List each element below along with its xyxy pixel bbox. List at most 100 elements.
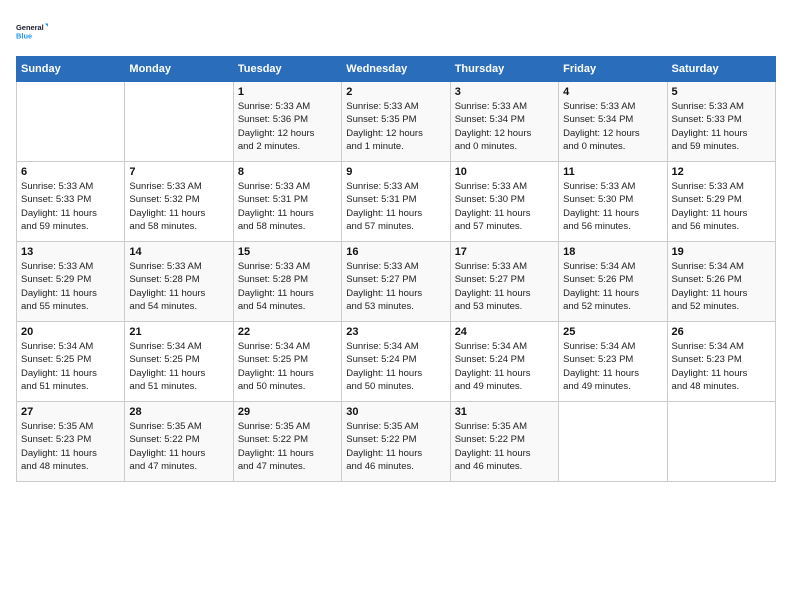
day-number: 12	[672, 166, 771, 178]
calendar-cell: 10 Sunrise: 5:33 AMSunset: 5:30 PMDayligh…	[450, 162, 558, 242]
calendar-week-4: 20 Sunrise: 5:34 AMSunset: 5:25 PMDayligh…	[17, 322, 776, 402]
day-number: 28	[129, 406, 228, 418]
day-number: 8	[238, 166, 337, 178]
calendar-week-3: 13Sunrise: 5:33 AMSunset: 5:29 PMDayligh…	[17, 242, 776, 322]
day-number: 21	[129, 326, 228, 338]
calendar-cell: 19 Sunrise: 5:34 AMSunset: 5:26 PMDayligh…	[667, 242, 775, 322]
day-detail: Sunrise: 5:33 AMSunset: 5:27 PMDaylight:…	[455, 260, 554, 313]
calendar-cell: 22 Sunrise: 5:34 AMSunset: 5:25 PMDayligh…	[233, 322, 341, 402]
svg-text:General: General	[16, 23, 44, 32]
day-detail: Sunrise: 5:34 AMSunset: 5:23 PMDaylight:…	[563, 340, 662, 393]
page-header: General Blue	[16, 16, 776, 48]
day-number: 1	[238, 86, 337, 98]
calendar-cell: 15Sunrise: 5:33 AMSunset: 5:28 PMDayligh…	[233, 242, 341, 322]
day-detail: Sunrise: 5:34 AMSunset: 5:25 PMDaylight:…	[129, 340, 228, 393]
calendar-cell: 25 Sunrise: 5:34 AMSunset: 5:23 PMDayligh…	[559, 322, 667, 402]
calendar-cell: 9Sunrise: 5:33 AMSunset: 5:31 PMDaylight…	[342, 162, 450, 242]
day-detail: Sunrise: 5:33 AMSunset: 5:33 PMDaylight:…	[21, 180, 120, 233]
calendar-cell: 30 Sunrise: 5:35 AMSunset: 5:22 PMDayligh…	[342, 402, 450, 482]
day-number: 16	[346, 246, 445, 258]
calendar-cell: 12 Sunrise: 5:33 AMSunset: 5:29 PMDayligh…	[667, 162, 775, 242]
calendar-week-2: 6 Sunrise: 5:33 AMSunset: 5:33 PMDaylight…	[17, 162, 776, 242]
header-day-monday: Monday	[125, 57, 233, 82]
header-row: SundayMondayTuesdayWednesdayThursdayFrid…	[17, 57, 776, 82]
day-detail: Sunrise: 5:33 AMSunset: 5:33 PMDaylight:…	[672, 100, 771, 153]
day-detail: Sunrise: 5:34 AMSunset: 5:26 PMDaylight:…	[563, 260, 662, 313]
calendar-cell: 1 Sunrise: 5:33 AMSunset: 5:36 PMDaylight…	[233, 82, 341, 162]
day-number: 5	[672, 86, 771, 98]
calendar-cell: 18 Sunrise: 5:34 AMSunset: 5:26 PMDayligh…	[559, 242, 667, 322]
calendar-cell: 17 Sunrise: 5:33 AMSunset: 5:27 PMDayligh…	[450, 242, 558, 322]
day-number: 26	[672, 326, 771, 338]
day-number: 23	[346, 326, 445, 338]
day-number: 10	[455, 166, 554, 178]
calendar-header: SundayMondayTuesdayWednesdayThursdayFrid…	[17, 57, 776, 82]
day-detail: Sunrise: 5:33 AMSunset: 5:30 PMDaylight:…	[455, 180, 554, 233]
calendar-cell: 2 Sunrise: 5:33 AMSunset: 5:35 PMDaylight…	[342, 82, 450, 162]
day-detail: Sunrise: 5:34 AMSunset: 5:23 PMDaylight:…	[672, 340, 771, 393]
day-detail: Sunrise: 5:34 AMSunset: 5:25 PMDaylight:…	[238, 340, 337, 393]
day-number: 4	[563, 86, 662, 98]
day-detail: Sunrise: 5:34 AMSunset: 5:24 PMDaylight:…	[346, 340, 445, 393]
calendar-cell: 4 Sunrise: 5:33 AMSunset: 5:34 PMDaylight…	[559, 82, 667, 162]
calendar-cell: 23 Sunrise: 5:34 AMSunset: 5:24 PMDayligh…	[342, 322, 450, 402]
calendar-cell: 5 Sunrise: 5:33 AMSunset: 5:33 PMDaylight…	[667, 82, 775, 162]
day-detail: Sunrise: 5:35 AMSunset: 5:22 PMDaylight:…	[346, 420, 445, 473]
day-detail: Sunrise: 5:33 AMSunset: 5:32 PMDaylight:…	[129, 180, 228, 233]
day-number: 31	[455, 406, 554, 418]
logo-icon: General Blue	[16, 16, 48, 48]
day-number: 22	[238, 326, 337, 338]
calendar-cell: 3Sunrise: 5:33 AMSunset: 5:34 PMDaylight…	[450, 82, 558, 162]
day-number: 3	[455, 86, 554, 98]
day-detail: Sunrise: 5:33 AMSunset: 5:29 PMDaylight:…	[672, 180, 771, 233]
day-number: 20	[21, 326, 120, 338]
day-detail: Sunrise: 5:33 AMSunset: 5:34 PMDaylight:…	[563, 100, 662, 153]
day-detail: Sunrise: 5:33 AMSunset: 5:36 PMDaylight:…	[238, 100, 337, 153]
day-detail: Sunrise: 5:33 AMSunset: 5:30 PMDaylight:…	[563, 180, 662, 233]
day-number: 29	[238, 406, 337, 418]
day-detail: Sunrise: 5:33 AMSunset: 5:31 PMDaylight:…	[238, 180, 337, 233]
header-day-thursday: Thursday	[450, 57, 558, 82]
day-detail: Sunrise: 5:33 AMSunset: 5:28 PMDaylight:…	[129, 260, 228, 313]
day-detail: Sunrise: 5:34 AMSunset: 5:24 PMDaylight:…	[455, 340, 554, 393]
calendar-week-5: 27 Sunrise: 5:35 AMSunset: 5:23 PMDayligh…	[17, 402, 776, 482]
header-day-sunday: Sunday	[17, 57, 125, 82]
day-number: 27	[21, 406, 120, 418]
calendar-cell	[667, 402, 775, 482]
day-number: 6	[21, 166, 120, 178]
calendar-cell	[559, 402, 667, 482]
day-number: 19	[672, 246, 771, 258]
calendar-cell	[17, 82, 125, 162]
day-number: 11	[563, 166, 662, 178]
calendar-week-1: 1 Sunrise: 5:33 AMSunset: 5:36 PMDaylight…	[17, 82, 776, 162]
calendar-cell: 24 Sunrise: 5:34 AMSunset: 5:24 PMDayligh…	[450, 322, 558, 402]
day-number: 14	[129, 246, 228, 258]
calendar-cell	[125, 82, 233, 162]
calendar-cell: 29 Sunrise: 5:35 AMSunset: 5:22 PMDayligh…	[233, 402, 341, 482]
header-day-friday: Friday	[559, 57, 667, 82]
day-number: 30	[346, 406, 445, 418]
day-detail: Sunrise: 5:33 AMSunset: 5:35 PMDaylight:…	[346, 100, 445, 153]
svg-text:Blue: Blue	[16, 31, 32, 40]
day-number: 18	[563, 246, 662, 258]
day-detail: Sunrise: 5:35 AMSunset: 5:22 PMDaylight:…	[238, 420, 337, 473]
calendar-cell: 26 Sunrise: 5:34 AMSunset: 5:23 PMDayligh…	[667, 322, 775, 402]
day-number: 2	[346, 86, 445, 98]
day-number: 24	[455, 326, 554, 338]
day-detail: Sunrise: 5:33 AMSunset: 5:29 PMDaylight:…	[21, 260, 120, 313]
header-day-tuesday: Tuesday	[233, 57, 341, 82]
day-detail: Sunrise: 5:35 AMSunset: 5:23 PMDaylight:…	[21, 420, 120, 473]
day-detail: Sunrise: 5:34 AMSunset: 5:25 PMDaylight:…	[21, 340, 120, 393]
calendar-cell: 8 Sunrise: 5:33 AMSunset: 5:31 PMDaylight…	[233, 162, 341, 242]
calendar-cell: 13Sunrise: 5:33 AMSunset: 5:29 PMDayligh…	[17, 242, 125, 322]
day-detail: Sunrise: 5:34 AMSunset: 5:26 PMDaylight:…	[672, 260, 771, 313]
calendar-cell: 27 Sunrise: 5:35 AMSunset: 5:23 PMDayligh…	[17, 402, 125, 482]
day-number: 25	[563, 326, 662, 338]
day-number: 17	[455, 246, 554, 258]
calendar-table: SundayMondayTuesdayWednesdayThursdayFrid…	[16, 56, 776, 482]
calendar-cell: 31 Sunrise: 5:35 AMSunset: 5:22 PMDayligh…	[450, 402, 558, 482]
header-day-wednesday: Wednesday	[342, 57, 450, 82]
day-detail: Sunrise: 5:35 AMSunset: 5:22 PMDaylight:…	[455, 420, 554, 473]
calendar-cell: 14 Sunrise: 5:33 AMSunset: 5:28 PMDayligh…	[125, 242, 233, 322]
day-detail: Sunrise: 5:35 AMSunset: 5:22 PMDaylight:…	[129, 420, 228, 473]
